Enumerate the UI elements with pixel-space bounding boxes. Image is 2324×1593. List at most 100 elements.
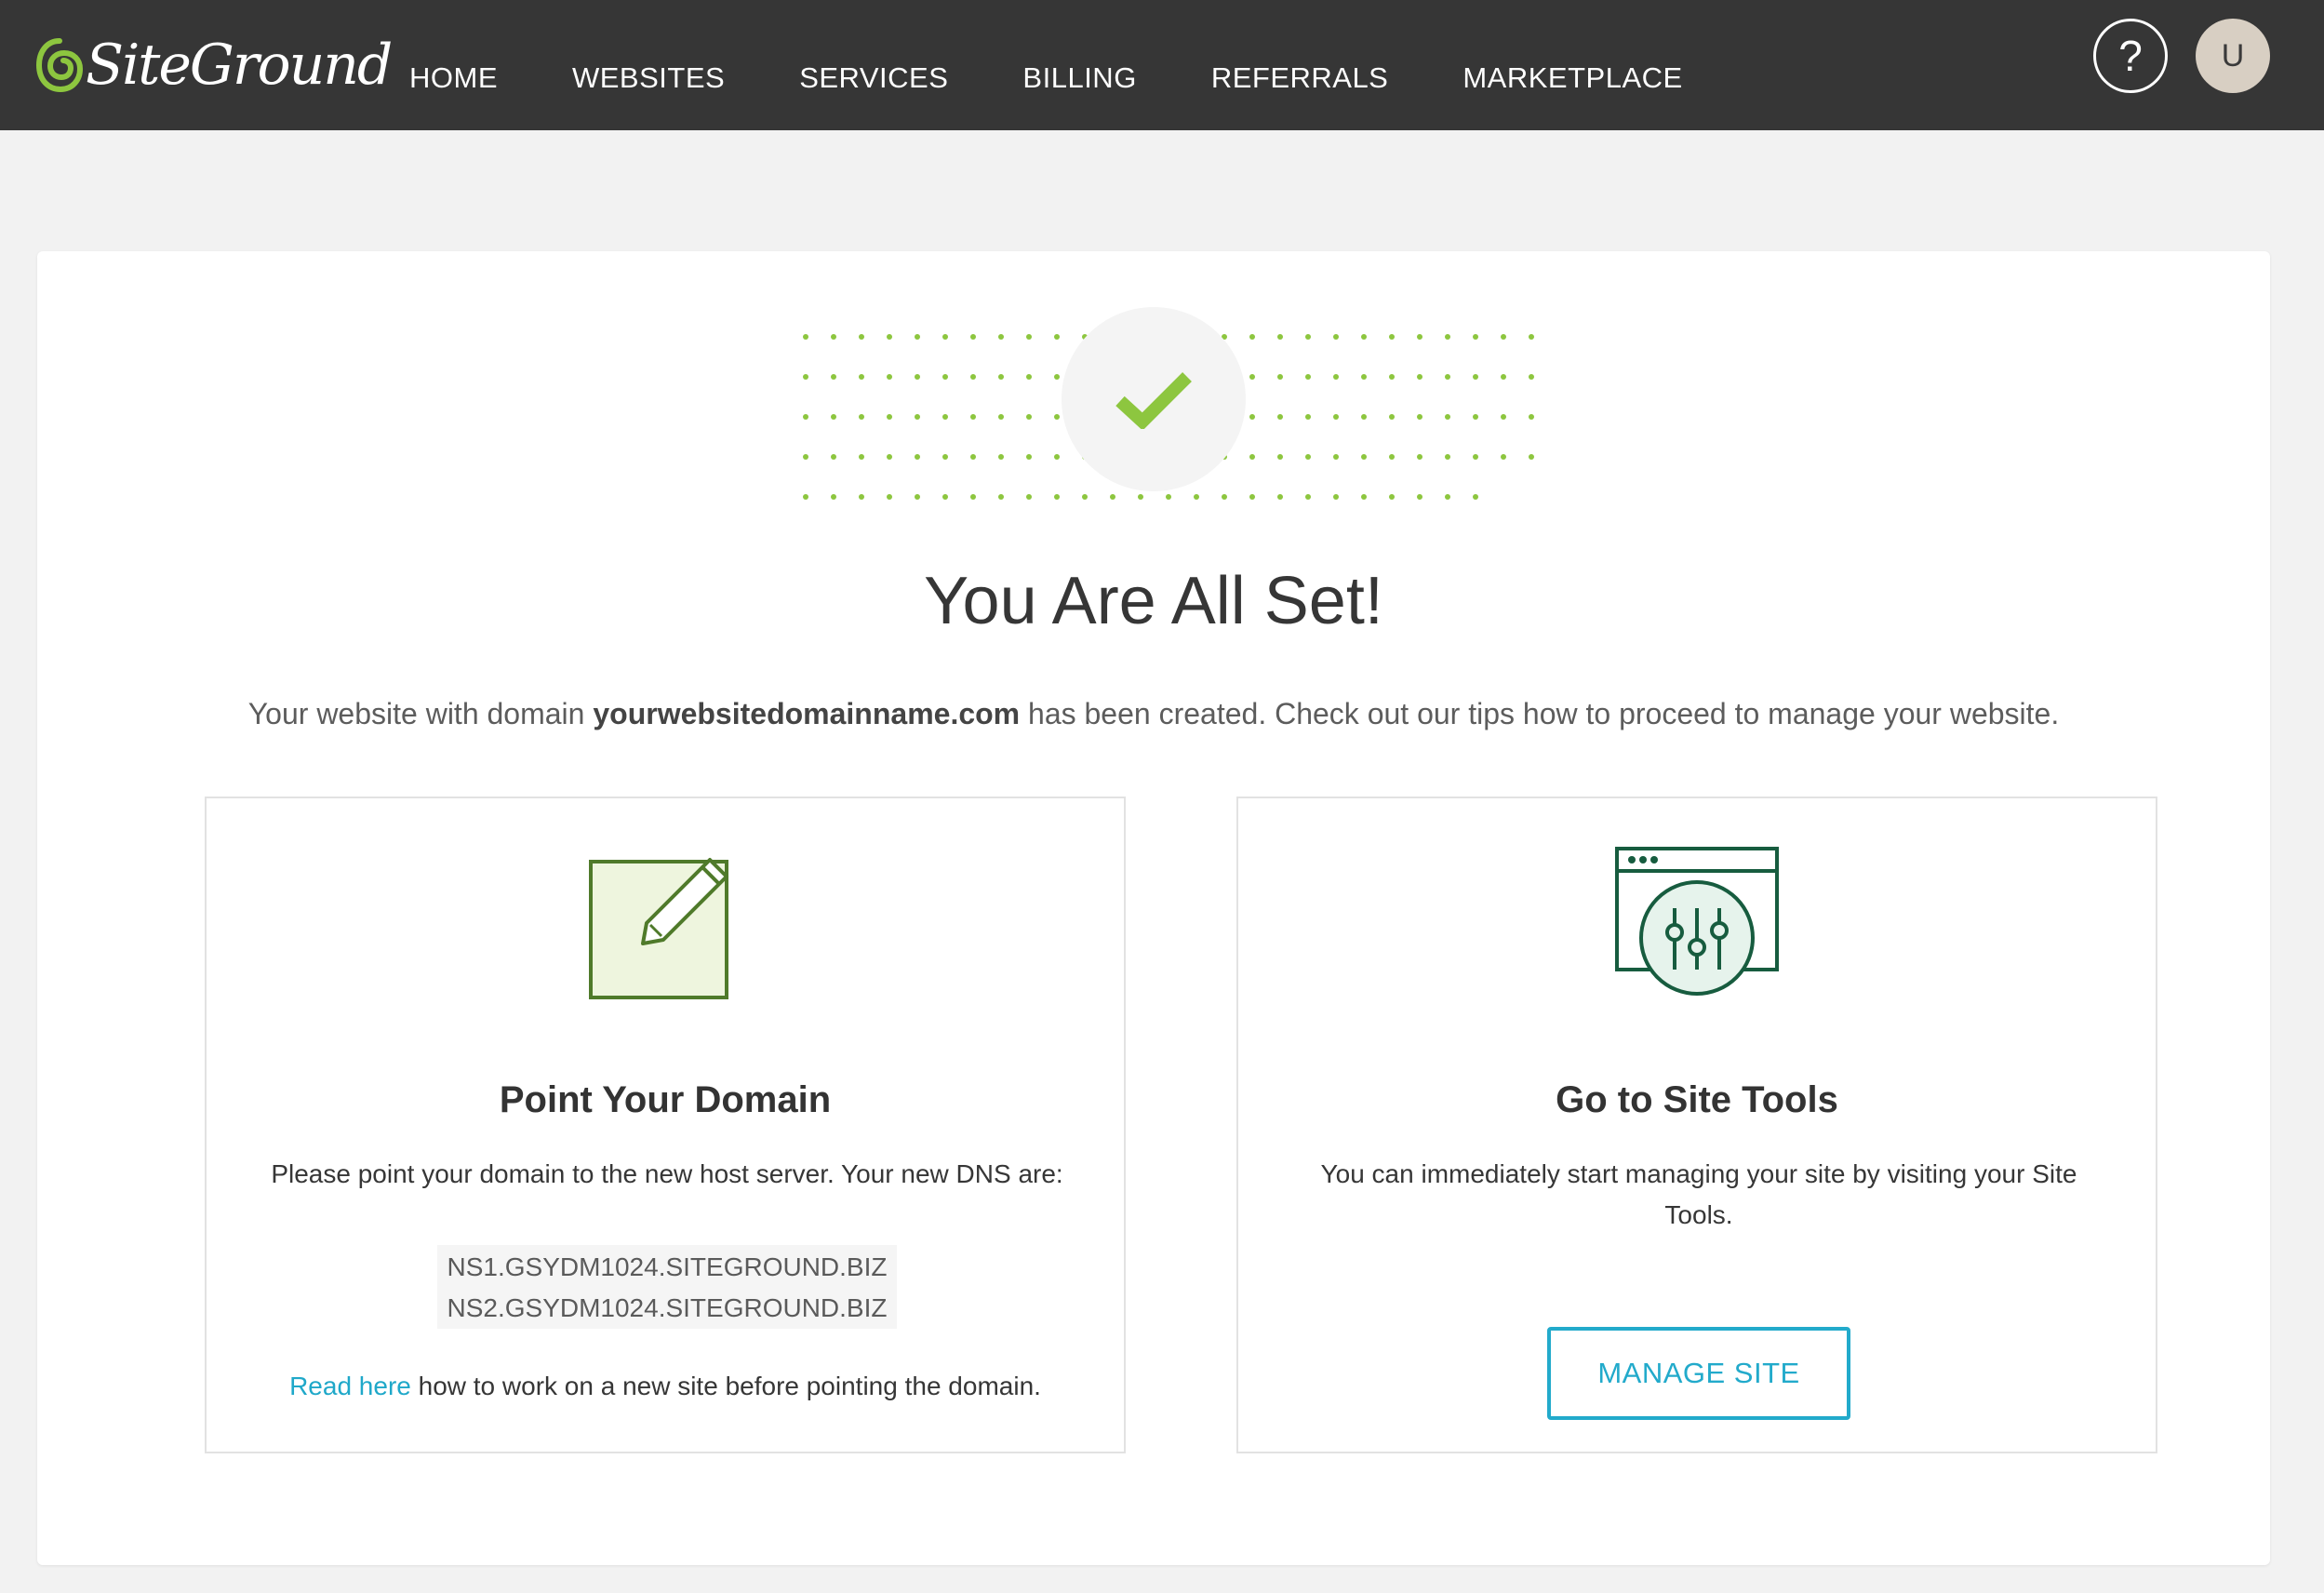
decorative-dot: [1417, 374, 1422, 380]
decorative-dot: [1249, 494, 1255, 500]
user-avatar[interactable]: U: [2196, 19, 2270, 93]
decorative-dot: [942, 494, 948, 500]
main-nav: HOME WEBSITES SERVICES BILLING REFERRALS…: [409, 0, 1757, 130]
decorative-dot: [942, 334, 948, 340]
nav-home[interactable]: HOME: [409, 39, 498, 92]
decorative-dot: [1277, 374, 1283, 380]
decorative-dot: [1473, 334, 1478, 340]
help-button[interactable]: ?: [2093, 19, 2168, 93]
site-tools-icon: [1615, 847, 1779, 996]
decorative-dot: [1249, 414, 1255, 420]
success-message-suffix: has been created. Check out our tips how…: [1020, 697, 2060, 730]
decorative-dot: [1305, 374, 1311, 380]
decorative-dot: [1389, 414, 1395, 420]
siteground-logo-icon: [35, 38, 84, 93]
decorative-dot: [1445, 454, 1450, 460]
nav-marketplace[interactable]: MARKETPLACE: [1463, 39, 1682, 92]
decorative-dot: [1333, 374, 1339, 380]
decorative-dot: [859, 374, 864, 380]
decorative-dot: [803, 334, 808, 340]
decorative-dot: [1194, 494, 1199, 500]
decorative-dot: [1082, 494, 1088, 500]
decorative-dot: [887, 374, 892, 380]
decorative-dot: [887, 334, 892, 340]
decorative-dot: [998, 414, 1004, 420]
decorative-dot: [1445, 334, 1450, 340]
decorative-dot: [970, 494, 976, 500]
decorative-dot: [1417, 454, 1422, 460]
decorative-dot: [998, 374, 1004, 380]
decorative-dot: [859, 454, 864, 460]
nav-services[interactable]: SERVICES: [799, 39, 948, 92]
point-domain-tile: Point Your Domain Please point your doma…: [205, 796, 1126, 1453]
decorative-dot: [915, 334, 920, 340]
decorative-dot: [970, 414, 976, 420]
decorative-dot: [1054, 454, 1060, 460]
decorative-dot: [1249, 334, 1255, 340]
decorative-dot: [1277, 414, 1283, 420]
decorative-dot: [887, 494, 892, 500]
dns-list: NS1.GSYDM1024.SITEGROUND.BIZ NS2.GSYDM10…: [437, 1245, 897, 1329]
decorative-dot: [1501, 454, 1506, 460]
logo-wordmark: SiteGround: [86, 33, 393, 98]
decorative-dot: [1054, 414, 1060, 420]
decorative-dot: [998, 494, 1004, 500]
decorative-dot: [1277, 454, 1283, 460]
decorative-dot: [970, 454, 976, 460]
checkmark-icon: [1115, 372, 1192, 429]
decorative-dot: [1026, 374, 1032, 380]
decorative-dot: [1305, 494, 1311, 500]
decorative-dot: [1333, 414, 1339, 420]
success-message-prefix: Your website with domain: [247, 697, 594, 730]
decorative-dot: [942, 414, 948, 420]
nav-websites[interactable]: WEBSITES: [572, 39, 725, 92]
dns-record-2: NS2.GSYDM1024.SITEGROUND.BIZ: [447, 1293, 888, 1322]
decorative-dot: [1389, 374, 1395, 380]
read-here-note: Read here how to work on a new site befo…: [207, 1370, 1124, 1403]
decorative-dot: [1277, 494, 1283, 500]
decorative-dot: [1166, 494, 1171, 500]
decorative-dot: [1054, 374, 1060, 380]
decorative-dot: [1110, 494, 1115, 500]
decorative-dot: [998, 334, 1004, 340]
decorative-dot: [831, 414, 836, 420]
decorative-dot: [942, 454, 948, 460]
top-navigation-bar: SiteGround HOME WEBSITES SERVICES BILLIN…: [0, 0, 2324, 130]
manage-site-button[interactable]: MANAGE SITE: [1547, 1327, 1850, 1420]
decorative-dot: [1361, 374, 1367, 380]
tile-icon-wrapper: [207, 845, 1124, 1003]
decorative-dot: [1054, 494, 1060, 500]
decorative-dot: [859, 494, 864, 500]
decorative-dot: [915, 494, 920, 500]
decorative-dot: [831, 334, 836, 340]
decorative-dot: [942, 374, 948, 380]
read-here-link[interactable]: Read here: [289, 1372, 411, 1400]
decorative-dot: [859, 334, 864, 340]
nav-referrals[interactable]: REFERRALS: [1211, 39, 1389, 92]
decorative-dot: [1333, 494, 1339, 500]
decorative-dot: [1138, 494, 1143, 500]
decorative-dot: [1473, 414, 1478, 420]
siteground-logo[interactable]: SiteGround: [35, 28, 393, 102]
decorative-dot: [915, 454, 920, 460]
nav-billing[interactable]: BILLING: [1022, 39, 1136, 92]
success-message: Your website with domain yourwebsitedoma…: [37, 696, 2270, 731]
decorative-dot: [1501, 414, 1506, 420]
page-title: You Are All Set!: [924, 564, 1383, 638]
success-card: You Are All Set! Your website with domai…: [37, 251, 2270, 1565]
decorative-dot: [1473, 494, 1478, 500]
decorative-dot: [970, 334, 976, 340]
decorative-dot: [1529, 414, 1534, 420]
decorative-dot: [1026, 414, 1032, 420]
decorative-dot: [1389, 494, 1395, 500]
decorative-dot: [1026, 494, 1032, 500]
decorative-dot: [1361, 414, 1367, 420]
decorative-dot: [1026, 334, 1032, 340]
domain-name: yourwebsitedomainname.com: [593, 697, 1021, 730]
decorative-dot: [1445, 414, 1450, 420]
decorative-dot: [1305, 414, 1311, 420]
decorative-dot: [1222, 494, 1227, 500]
decorative-dot: [1389, 334, 1395, 340]
decorative-dot: [1026, 454, 1032, 460]
decorative-dot: [1333, 334, 1339, 340]
